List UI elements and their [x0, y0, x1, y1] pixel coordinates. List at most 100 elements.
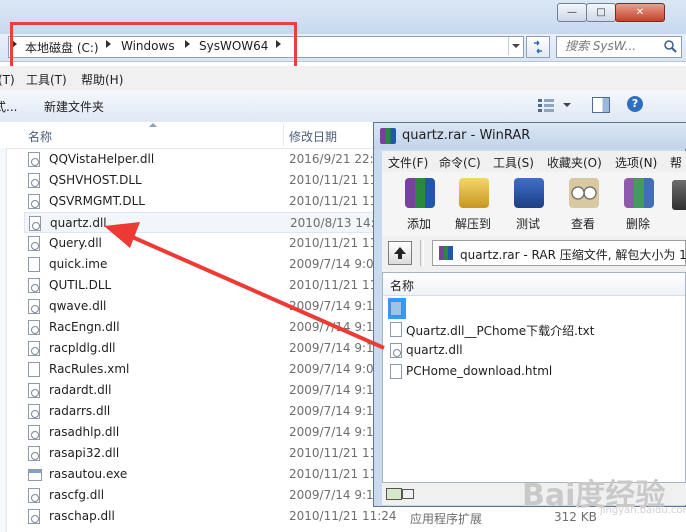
winrar-menu-help-partial[interactable]: 帮	[670, 154, 682, 171]
view-dropdown-icon[interactable]	[563, 103, 571, 107]
winrar-menu-command[interactable]: 命令(C)	[439, 154, 481, 171]
drive-icon[interactable]	[386, 488, 402, 500]
test-button[interactable]: 测试	[505, 176, 551, 232]
dll-icon	[28, 341, 40, 356]
dll-icon	[28, 425, 40, 440]
column-divider[interactable]	[283, 124, 284, 146]
winrar-app-icon	[380, 128, 396, 144]
file-date: 2010/11/21 11	[289, 467, 378, 481]
search-box[interactable]	[556, 36, 682, 58]
address-dropdown-button[interactable]	[508, 37, 523, 55]
file-row[interactable]: QQVistaHelper.dll 2016/9/21 22:0	[24, 149, 384, 170]
toolbar-separator	[420, 240, 424, 266]
archive-entry[interactable]: PCHome_download.html	[388, 361, 678, 382]
search-input[interactable]	[557, 37, 665, 55]
winrar-menu-tools[interactable]: 工具(S)	[493, 154, 534, 171]
archive-entry[interactable]: quartz.dll	[388, 340, 678, 361]
html-file-icon	[390, 364, 402, 379]
file-row[interactable]: rasadhlp.dll 2009/7/14 9:16	[24, 422, 384, 443]
file-date: 2009/7/14 9:16	[289, 425, 382, 439]
delete-button[interactable]: 删除	[615, 176, 661, 232]
winrar-title-bar[interactable]: quartz.rar - WinRAR	[374, 123, 686, 149]
archive-entry[interactable]: Quartz.dll__PChome下载介绍.txt	[388, 319, 678, 340]
file-date: 2010/11/21 11	[289, 446, 378, 460]
rar-archive-icon	[439, 246, 453, 260]
folder-extract-icon	[459, 178, 489, 208]
archive-entry-name: ..	[406, 301, 414, 315]
file-row[interactable]: rasautou.exe 2010/11/21 11	[24, 464, 384, 485]
dll-icon	[28, 383, 40, 398]
file-row[interactable]: RacRules.xml 2009/7/14 9:06	[24, 359, 384, 380]
archive-entry-name: PCHome_download.html	[406, 364, 553, 378]
maximize-button[interactable]: □	[586, 3, 616, 22]
file-date: 2009/7/14 9:16	[289, 383, 382, 397]
file-date: 2010/11/21 11	[289, 173, 378, 187]
menu-help[interactable]: 帮助(H)	[81, 71, 123, 88]
file-row[interactable]: quick.ime 2009/7/14 9:06	[24, 254, 384, 275]
view-options-icon[interactable]	[538, 98, 554, 112]
help-icon[interactable]: ?	[627, 96, 643, 112]
up-one-level-button[interactable]	[388, 241, 412, 265]
dll-icon	[28, 404, 40, 419]
menu-partial[interactable]: 具(T)	[0, 71, 15, 88]
archive-entry[interactable]: ..	[388, 298, 414, 319]
archive-entry-name: quartz.dll	[406, 343, 463, 357]
dll-icon	[28, 299, 40, 314]
file-date: 2009/7/14 9:06	[289, 362, 382, 376]
file-row[interactable]: rascfg.dll 2009/7/14 9:16	[24, 485, 384, 506]
file-row[interactable]: qwave.dll 2009/7/14 9:16	[24, 296, 384, 317]
archive-path-box[interactable]: quartz.rar - RAR 压缩文件, 解包大小为 1,	[432, 240, 686, 266]
file-date: 2016/9/21 22:0	[289, 152, 382, 166]
close-button[interactable]: ✕	[615, 3, 665, 22]
new-folder-button[interactable]: 新建文件夹	[44, 98, 104, 115]
file-date: 2009/7/14 9:16	[289, 341, 382, 355]
navigation-pane-edge	[0, 148, 7, 532]
address-highlight-box	[10, 22, 297, 69]
exe-icon	[28, 469, 42, 481]
add-button[interactable]: 添加	[396, 176, 442, 232]
file-name: QSHVHOST.DLL	[49, 173, 142, 187]
refresh-button[interactable]	[526, 36, 550, 58]
file-date: 2009/7/14 9:16	[289, 299, 382, 313]
preview-pane-icon[interactable]	[592, 97, 610, 113]
file-row[interactable]: RacEngn.dll 2009/7/14 9:16	[24, 317, 384, 338]
file-row[interactable]: rasapi32.dll 2010/11/21 11	[24, 443, 384, 464]
dll-icon	[29, 216, 41, 231]
winrar-menu-options[interactable]: 选项(N)	[615, 154, 657, 171]
file-row[interactable]: QUTIL.DLL 2010/11/21 11	[24, 275, 384, 296]
extract-to-button[interactable]: 解压到	[450, 176, 496, 232]
winrar-title: quartz.rar - WinRAR	[402, 128, 531, 143]
file-icon	[28, 257, 40, 272]
view-button[interactable]: 查看	[560, 176, 606, 232]
archive-add-icon	[405, 178, 435, 208]
partial-tool-icon[interactable]	[672, 180, 686, 210]
chevron-down-icon	[512, 44, 520, 48]
winrar-column-header: 名称	[383, 273, 685, 296]
file-name: RacEngn.dll	[49, 320, 120, 334]
key-icon[interactable]	[402, 489, 414, 499]
column-date-header[interactable]: 修改日期	[289, 128, 337, 145]
column-name-header[interactable]: 名称	[28, 128, 52, 145]
search-icon[interactable]	[663, 39, 677, 53]
file-row[interactable]: racpldlg.dll 2009/7/14 9:16	[24, 338, 384, 359]
file-row[interactable]: radarrs.dll 2009/7/14 9:16	[24, 401, 384, 422]
dll-icon	[28, 320, 40, 335]
winrar-column-name[interactable]: 名称	[390, 277, 414, 294]
file-name: quick.ime	[49, 257, 108, 271]
minimize-button[interactable]: —	[557, 3, 587, 22]
toolbar-partial-button[interactable]: 式...	[0, 98, 17, 115]
file-name: racpldlg.dll	[49, 341, 116, 355]
dll-icon	[28, 488, 40, 503]
winrar-menu-file[interactable]: 文件(F)	[388, 154, 428, 171]
file-row[interactable]: QSVRMGMT.DLL 2010/11/21 11	[24, 191, 384, 212]
text-file-icon	[390, 322, 402, 337]
file-name: QQVistaHelper.dll	[49, 152, 155, 166]
menu-tools[interactable]: 工具(T)	[26, 71, 67, 88]
test-label: 测试	[515, 217, 540, 231]
winrar-menu-favorites[interactable]: 收藏夹(O)	[547, 154, 602, 171]
file-row[interactable]: QSHVHOST.DLL 2010/11/21 11	[24, 170, 384, 191]
file-name: rasadhlp.dll	[49, 425, 120, 439]
file-row[interactable]: Query.dll 2010/11/21 11	[24, 233, 384, 254]
file-row[interactable]: quartz.dll 2010/8/13 14:2	[24, 212, 384, 233]
file-row[interactable]: radardt.dll 2009/7/14 9:16	[24, 380, 384, 401]
